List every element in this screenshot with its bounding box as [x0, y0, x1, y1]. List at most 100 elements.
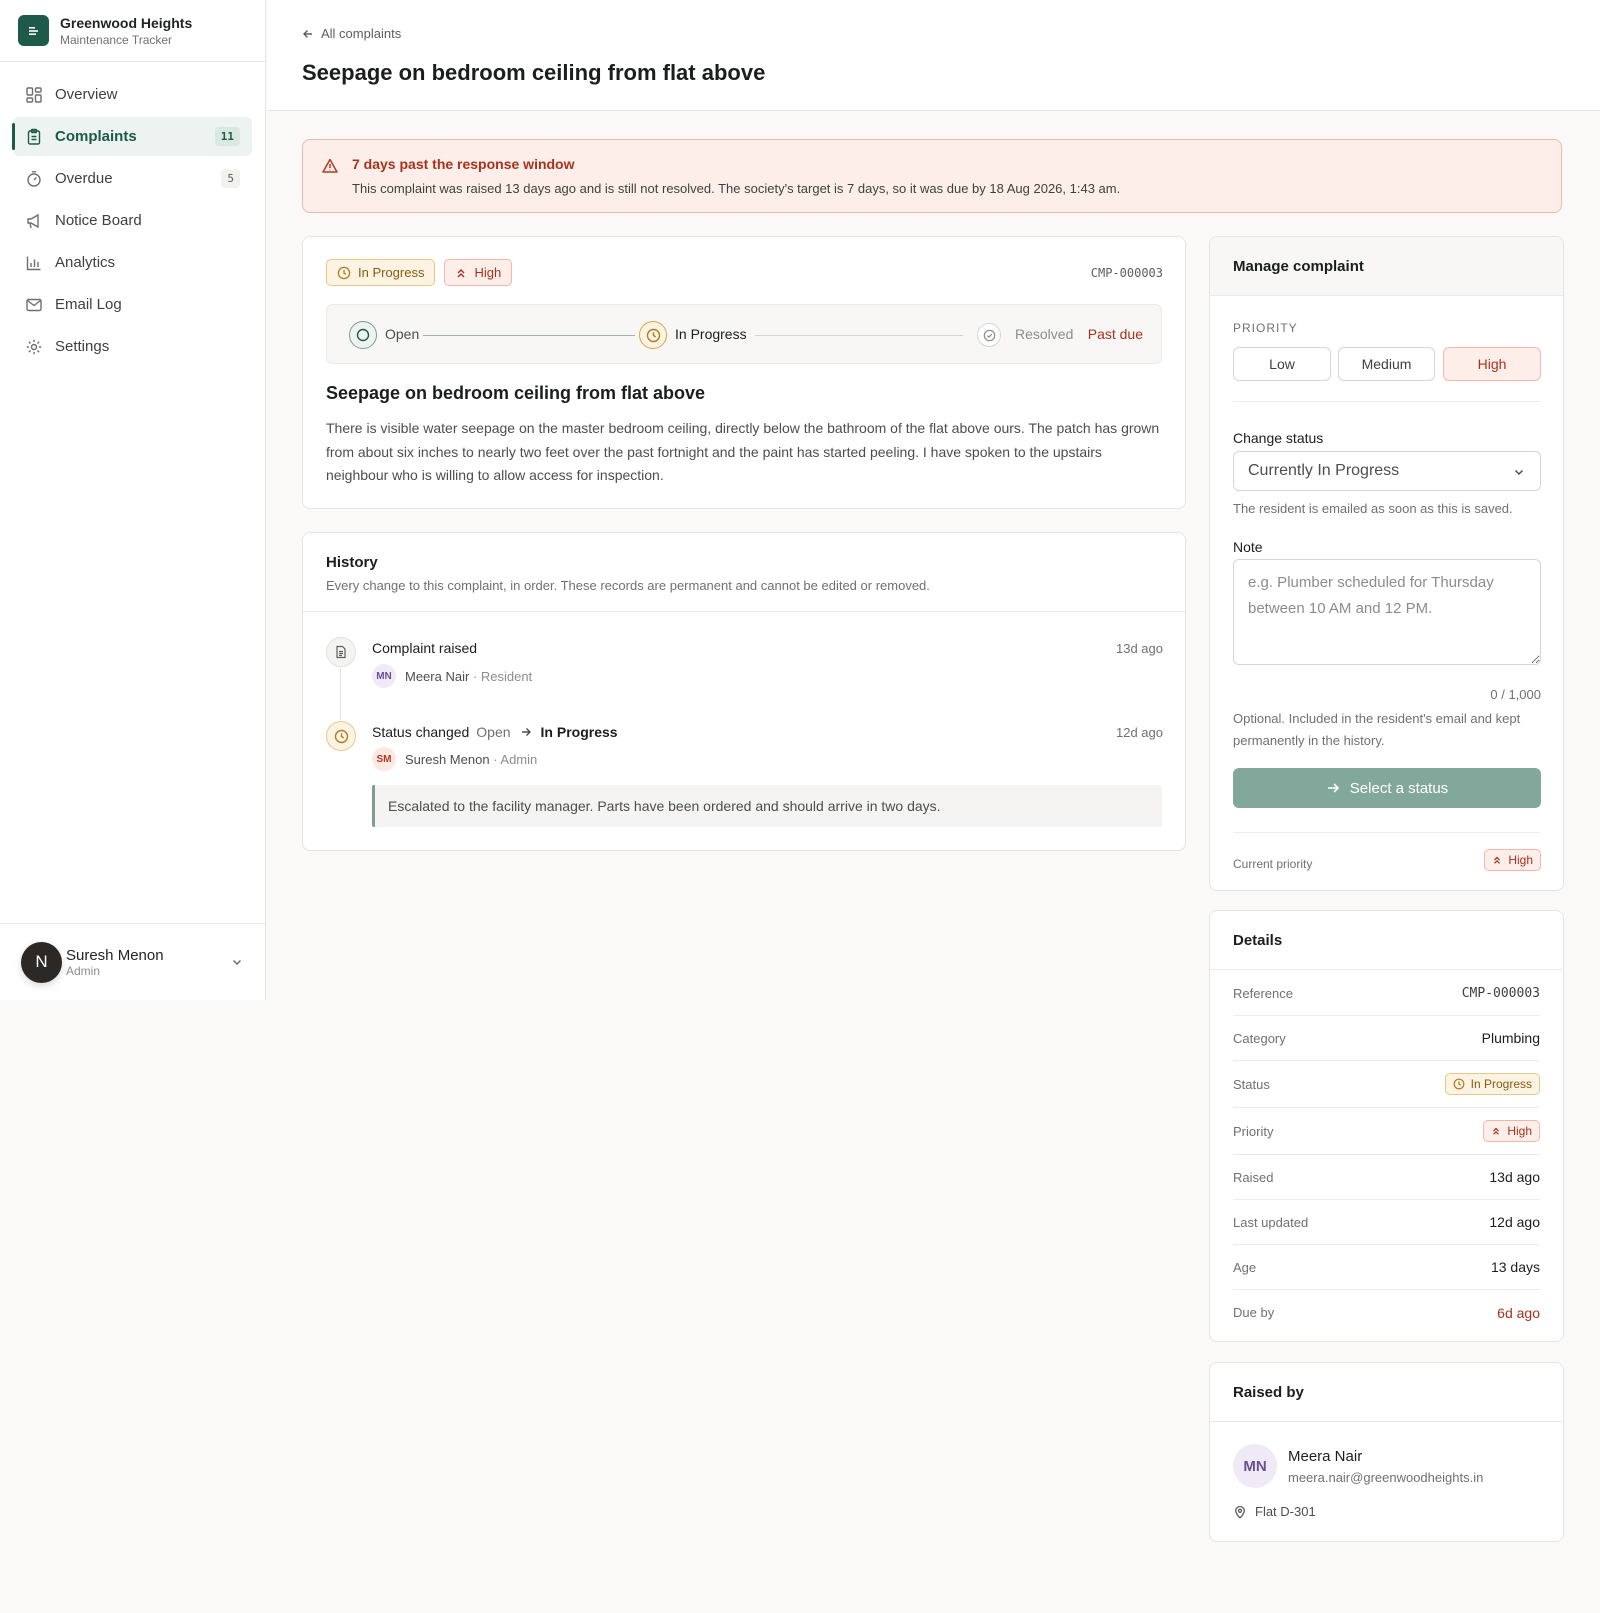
detail-key: Priority [1233, 1123, 1274, 1139]
detail-row-raised: Raised 13d ago [1233, 1155, 1540, 1200]
back-link[interactable]: All complaints [302, 26, 401, 41]
sidebar-item-complaints[interactable]: Complaints 11 [12, 117, 252, 156]
sidebar-item-label: Complaints [55, 128, 137, 145]
detail-row-reference: Reference CMP-000003 [1233, 971, 1540, 1016]
chevrons-up-icon [1494, 856, 1501, 864]
brand-subtitle: Maintenance Tracker [60, 32, 173, 47]
detail-key: Status [1233, 1076, 1270, 1092]
detail-key: Reference [1233, 985, 1293, 1001]
step-connector [755, 335, 963, 336]
clock-icon [337, 266, 351, 279]
event-title: Complaint raised [372, 640, 478, 656]
step-open-label: Open [385, 326, 420, 342]
event-note: Escalated to the facility manager. Parts… [372, 785, 1162, 827]
history-subtitle: Every change to this complaint, in order… [326, 578, 930, 593]
warning-icon [322, 158, 338, 173]
submit-status-label: Select a status [1349, 779, 1449, 797]
sidebar-item-analytics[interactable]: Analytics [13, 243, 252, 282]
brand-logo-icon [18, 15, 49, 46]
detail-key: Age [1233, 1259, 1257, 1275]
chevrons-up-icon [1493, 1127, 1500, 1135]
note-label: Note [1233, 539, 1263, 555]
megaphone-icon [27, 213, 39, 228]
brand-title: Greenwood Heights [60, 14, 193, 31]
avatar: N [21, 941, 62, 983]
complaint-title: Seepage on bedroom ceiling from flat abo… [326, 383, 706, 403]
complaint-description: There is visible water seepage on the ma… [326, 420, 1160, 483]
arrow-right-icon [1327, 783, 1339, 793]
timeline-line [340, 668, 341, 720]
divider [1233, 401, 1540, 402]
detail-value: In Progress [1470, 1077, 1532, 1091]
sidebar-nav: Overview Complaints 11 Overdue 5 Notice … [0, 62, 265, 366]
clipboard-icon [27, 128, 41, 145]
detail-key: Raised [1233, 1169, 1274, 1185]
step-resolved-label: Resolved [1015, 326, 1074, 342]
user-role: Admin [66, 963, 101, 978]
detail-row-age: Age 13 days [1233, 1245, 1540, 1290]
detail-row-status: Status In Progress [1233, 1061, 1540, 1108]
priority-medium-button[interactable]: Medium [1338, 347, 1435, 381]
sidebar-item-overview[interactable]: Overview [13, 75, 252, 114]
avatar: MN [372, 664, 396, 688]
status-to: In Progress [540, 724, 618, 740]
detail-key: Last updated [1233, 1214, 1309, 1230]
sidebar-item-label: Overdue [55, 170, 113, 187]
alert-title: 7 days past the response window [352, 156, 575, 172]
priority-low-button[interactable]: Low [1233, 347, 1331, 381]
sidebar-item-notice-board[interactable]: Notice Board [13, 201, 252, 240]
gear-icon [26, 339, 42, 354]
clock-icon [326, 721, 356, 751]
overdue-alert: 7 days past the response window This com… [302, 139, 1562, 213]
status-select[interactable]: Currently In Progress [1233, 451, 1541, 491]
details-panel: Details Reference CMP-000003 Category Pl… [1209, 910, 1564, 1342]
sidebar: Greenwood Heights Maintenance Tracker Ov… [0, 0, 266, 1000]
current-priority-value: High [1508, 853, 1533, 867]
detail-row-last-updated: Last updated 12d ago [1233, 1200, 1540, 1245]
sidebar-item-label: Notice Board [55, 212, 142, 229]
sidebar-item-settings[interactable]: Settings [13, 327, 252, 366]
current-priority-label: Current priority [1233, 857, 1313, 871]
resident-name: Meera Nair [1288, 1448, 1363, 1465]
reference-code: CMP-000003 [1090, 266, 1163, 280]
status-badge: In Progress [326, 259, 436, 286]
divider [303, 611, 1185, 612]
note-input[interactable] [1233, 559, 1541, 665]
status-select-value: Currently In Progress [1248, 462, 1400, 479]
step-connector [423, 335, 635, 336]
panel-title: Details [1210, 911, 1563, 970]
actor-name: Meera Nair [405, 668, 470, 684]
document-icon [326, 637, 356, 667]
manage-complaint-panel: Manage complaint PRIORITY Low Medium Hig… [1209, 236, 1564, 891]
priority-high-button[interactable]: High [1443, 347, 1541, 381]
detail-row-due-by: Due by 6d ago [1233, 1290, 1540, 1335]
alert-text: This complaint was raised 13 days ago an… [352, 181, 1121, 196]
status-badge-label: In Progress [358, 265, 425, 280]
back-link-label: All complaints [321, 26, 402, 41]
change-status-label: Change status [1233, 430, 1324, 446]
detail-value: 6d ago [1497, 1304, 1540, 1321]
sidebar-item-email-log[interactable]: Email Log [13, 285, 252, 324]
resident-flat: Flat D-301 [1233, 1504, 1316, 1519]
detail-key: Category [1233, 1030, 1286, 1046]
step-in-progress-label: In Progress [675, 326, 747, 342]
count-badge: 11 [214, 127, 240, 146]
event-actor: SM Suresh Menon · Admin [372, 747, 537, 771]
sidebar-item-overdue[interactable]: Overdue 5 [13, 159, 252, 198]
sidebar-item-label: Analytics [55, 254, 116, 271]
avatar: SM [372, 747, 396, 771]
event-title-text: Status changed [372, 724, 470, 740]
resident-email[interactable]: meera.nair@greenwoodheights.in [1288, 1470, 1483, 1485]
priority-badge-label: High [474, 265, 502, 280]
event-title: Status changed Open In Progress [372, 724, 618, 740]
note-help: Optional. Included in the resident's ema… [1233, 711, 1521, 748]
brand[interactable]: Greenwood Heights Maintenance Tracker [0, 0, 265, 62]
step-resolved-icon [977, 323, 1001, 347]
history-title: History [326, 554, 378, 571]
clock-icon [1453, 1078, 1465, 1090]
panel-title: Manage complaint [1210, 237, 1563, 296]
user-name: Suresh Menon [66, 946, 164, 964]
submit-status-button[interactable]: Select a status [1233, 768, 1541, 808]
timer-icon [27, 170, 41, 187]
user-menu[interactable]: N Suresh Menon Admin [0, 923, 265, 1000]
